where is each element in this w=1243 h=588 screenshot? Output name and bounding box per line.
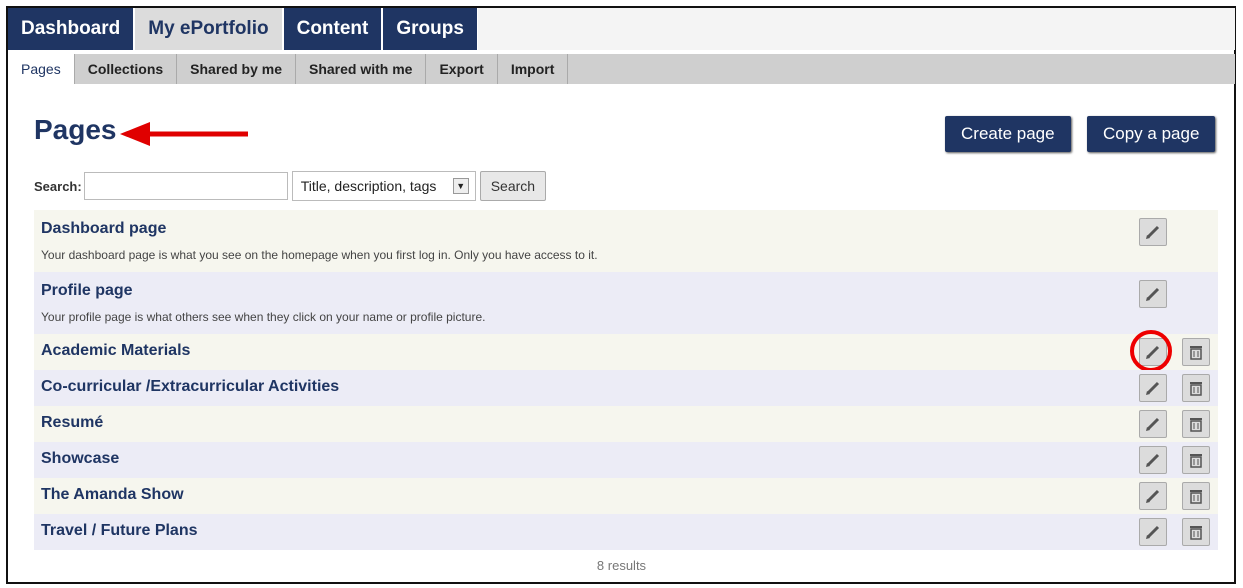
create-page-button[interactable]: Create page (945, 116, 1071, 152)
edit-button[interactable] (1139, 218, 1167, 246)
page-title-link[interactable]: Showcase (41, 450, 119, 468)
pencil-icon (1146, 287, 1160, 301)
edit-button[interactable] (1139, 482, 1167, 510)
edit-button[interactable] (1139, 518, 1167, 546)
list-item: Dashboard page Your dashboard page is wh… (34, 210, 1218, 272)
list-item: Profile page Your profile page is what o… (34, 272, 1218, 334)
search-scope-value: Title, description, tags (300, 178, 437, 194)
trash-icon (1190, 454, 1202, 468)
edit-button[interactable] (1139, 446, 1167, 474)
edit-button[interactable] (1139, 410, 1167, 438)
list-item: The Amanda Show (34, 478, 1218, 514)
page-description: Your dashboard page is what you see on t… (41, 248, 598, 262)
trash-icon (1190, 526, 1202, 540)
delete-button[interactable] (1182, 338, 1210, 366)
tab-groups[interactable]: Groups (383, 8, 479, 50)
delete-button[interactable] (1182, 482, 1210, 510)
edit-button[interactable] (1139, 374, 1167, 402)
sub-nav: Pages Collections Shared by me Shared wi… (8, 54, 1235, 84)
page-title-link[interactable]: Profile page (41, 282, 133, 300)
subtab-shared-with-me[interactable]: Shared with me (296, 54, 427, 84)
pencil-icon (1146, 453, 1160, 467)
pencil-icon (1146, 225, 1160, 239)
subtab-export[interactable]: Export (426, 54, 498, 84)
red-circle-annotation (1130, 330, 1172, 372)
tab-dashboard[interactable]: Dashboard (8, 8, 136, 50)
trash-icon (1190, 382, 1202, 396)
pencil-icon (1146, 525, 1160, 539)
trash-icon (1190, 490, 1202, 504)
chevron-down-icon: ▼ (452, 178, 469, 194)
subtab-pages[interactable]: Pages (8, 54, 75, 84)
page-title: Pages (34, 114, 117, 145)
trash-icon (1190, 418, 1202, 432)
tab-content[interactable]: Content (283, 8, 384, 50)
results-count: 8 results (596, 558, 647, 573)
pencil-icon (1146, 489, 1160, 503)
trash-icon (1190, 346, 1202, 360)
edit-button[interactable] (1139, 280, 1167, 308)
page-title-link[interactable]: Academic Materials (41, 342, 190, 360)
page-title-link[interactable]: The Amanda Show (41, 486, 184, 504)
search-bar: Search: Title, description, tags ▼ Searc… (34, 170, 547, 202)
pencil-icon (1146, 381, 1160, 395)
list-item: Showcase (34, 442, 1218, 478)
pencil-icon (1146, 417, 1160, 431)
copy-page-button[interactable]: Copy a page (1087, 116, 1216, 152)
search-label: Search: (34, 178, 82, 194)
search-input[interactable] (83, 172, 288, 200)
search-scope-select[interactable]: Title, description, tags ▼ (291, 171, 476, 201)
page-title-link[interactable]: Travel / Future Plans (41, 522, 198, 540)
main-nav: Dashboard My ePortfolio Content Groups (8, 8, 479, 50)
list-item: Travel / Future Plans (34, 514, 1218, 550)
tab-my-eportfolio[interactable]: My ePortfolio (135, 8, 284, 50)
delete-button[interactable] (1182, 518, 1210, 546)
page-title-link[interactable]: Dashboard page (41, 220, 166, 238)
search-button[interactable]: Search (479, 171, 547, 201)
list-item: Academic Materials (34, 330, 1218, 372)
subtab-import[interactable]: Import (498, 54, 569, 84)
red-arrow-annotation (120, 122, 248, 146)
topbar-fill (478, 8, 1235, 50)
pages-list: Dashboard page Your dashboard page is wh… (34, 210, 1218, 550)
page-title-link[interactable]: Resumé (41, 414, 103, 432)
list-item: Co-curricular /Extracurricular Activitie… (34, 370, 1218, 406)
subtab-collections[interactable]: Collections (75, 54, 178, 84)
delete-button[interactable] (1182, 374, 1210, 402)
page-title-link[interactable]: Co-curricular /Extracurricular Activitie… (41, 378, 339, 396)
delete-button[interactable] (1182, 446, 1210, 474)
list-item: Resumé (34, 406, 1218, 442)
subtab-shared-by-me[interactable]: Shared by me (177, 54, 296, 84)
delete-button[interactable] (1182, 410, 1210, 438)
page-description: Your profile page is what others see whe… (41, 310, 486, 324)
